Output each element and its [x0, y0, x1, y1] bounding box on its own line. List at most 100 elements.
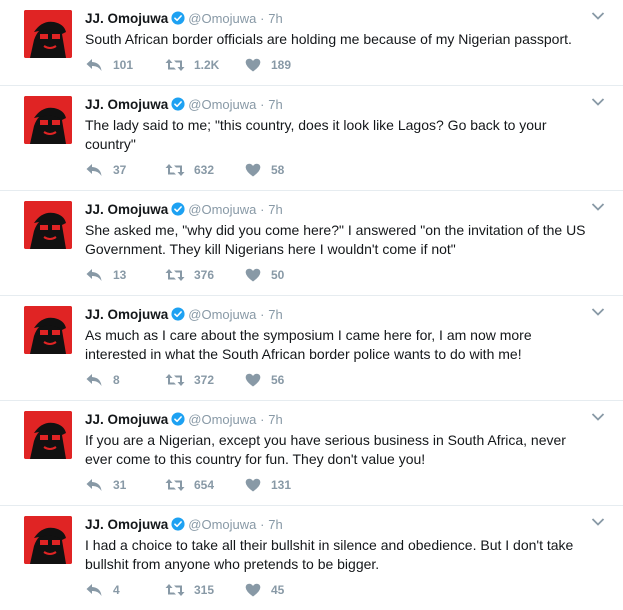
reply-count: 31 [113, 478, 127, 492]
avatar[interactable] [24, 96, 72, 144]
avatar[interactable] [24, 201, 72, 249]
tweet-text: She asked me, "why did you come here?" I… [85, 222, 586, 257]
tweet-actions: 31 654 131 [85, 477, 325, 493]
reply-button[interactable]: 4 [85, 583, 165, 597]
like-button[interactable]: 131 [245, 478, 325, 492]
verified-badge-icon [171, 517, 185, 531]
tweet-text: South African border officials are holdi… [85, 31, 572, 47]
tweet-time[interactable]: 7h [268, 202, 282, 217]
tweet-item[interactable]: JJ. Omojuwa @Omojuwa · 7h If you are a Ni… [0, 401, 623, 506]
like-button[interactable]: 56 [245, 373, 325, 387]
like-button[interactable]: 58 [245, 163, 325, 177]
chevron-down-icon[interactable] [591, 202, 605, 212]
tweet-header: JJ. Omojuwa @Omojuwa · 7h [85, 306, 283, 324]
tweet-item[interactable]: JJ. Omojuwa @Omojuwa · 7h South African b… [0, 0, 623, 86]
reply-button[interactable]: 31 [85, 478, 165, 492]
reply-button[interactable]: 37 [85, 163, 165, 177]
tweet-time[interactable]: 7h [268, 412, 282, 427]
tweet-header: JJ. Omojuwa @Omojuwa · 7h [85, 10, 283, 28]
reply-icon [86, 479, 102, 491]
reply-count: 37 [113, 163, 127, 177]
reply-button[interactable]: 8 [85, 373, 165, 387]
author-name[interactable]: JJ. Omojuwa [85, 517, 168, 532]
heart-icon [245, 268, 261, 282]
avatar[interactable] [24, 411, 72, 459]
avatar-image [24, 96, 72, 144]
author-handle[interactable]: @Omojuwa [188, 97, 256, 112]
tweet-header: JJ. Omojuwa @Omojuwa · 7h [85, 96, 283, 114]
like-count: 131 [271, 478, 292, 492]
tweet-item[interactable]: JJ. Omojuwa @Omojuwa · 7h I had a choice … [0, 506, 623, 610]
like-count: 50 [271, 268, 285, 282]
like-button[interactable]: 45 [245, 583, 325, 597]
tweet-time[interactable]: 7h [268, 307, 282, 322]
like-count: 58 [271, 163, 285, 177]
tweet-actions: 101 1.2K 189 [85, 57, 325, 73]
author-name[interactable]: JJ. Omojuwa [85, 97, 168, 112]
reply-icon [86, 59, 102, 71]
separator: · [260, 307, 265, 322]
author-name[interactable]: JJ. Omojuwa [85, 412, 168, 427]
tweet-feed: JJ. Omojuwa @Omojuwa · 7h South African b… [0, 0, 623, 610]
reply-count: 8 [113, 373, 120, 387]
avatar[interactable] [24, 516, 72, 564]
avatar-image [24, 10, 72, 58]
tweet-actions: 4 315 45 [85, 582, 325, 598]
retweet-count: 1.2K [194, 58, 220, 72]
verified-badge-icon [171, 412, 185, 426]
retweet-count: 376 [194, 268, 215, 282]
heart-icon [245, 163, 261, 177]
tweet-item[interactable]: JJ. Omojuwa @Omojuwa · 7h She asked me, "… [0, 191, 623, 296]
verified-badge-icon [171, 307, 185, 321]
like-count: 56 [271, 373, 285, 387]
retweet-count: 654 [194, 478, 215, 492]
retweet-button[interactable]: 372 [165, 373, 245, 387]
author-handle[interactable]: @Omojuwa [188, 307, 256, 322]
avatar[interactable] [24, 306, 72, 354]
author-name[interactable]: JJ. Omojuwa [85, 202, 168, 217]
tweet-time[interactable]: 7h [268, 517, 282, 532]
heart-icon [245, 478, 261, 492]
author-name[interactable]: JJ. Omojuwa [85, 307, 168, 322]
chevron-down-icon[interactable] [591, 517, 605, 527]
reply-button[interactable]: 13 [85, 268, 165, 282]
tweet-time[interactable]: 7h [268, 97, 282, 112]
tweet-time[interactable]: 7h [268, 11, 282, 26]
reply-icon [86, 164, 102, 176]
tweet-item[interactable]: JJ. Omojuwa @Omojuwa · 7h The lady said t… [0, 86, 623, 191]
retweet-count: 372 [194, 373, 215, 387]
tweet-text: As much as I care about the symposium I … [85, 327, 532, 362]
chevron-down-icon[interactable] [591, 307, 605, 317]
avatar[interactable] [24, 10, 72, 58]
chevron-down-icon[interactable] [591, 11, 605, 21]
chevron-down-icon[interactable] [591, 97, 605, 107]
author-handle[interactable]: @Omojuwa [188, 11, 256, 26]
tweet-actions: 13 376 50 [85, 267, 325, 283]
like-button[interactable]: 50 [245, 268, 325, 282]
author-handle[interactable]: @Omojuwa [188, 517, 256, 532]
tweet-item[interactable]: JJ. Omojuwa @Omojuwa · 7h As much as I ca… [0, 296, 623, 401]
reply-count: 101 [113, 58, 134, 72]
separator: · [260, 412, 265, 427]
like-button[interactable]: 189 [245, 58, 325, 72]
verified-badge-icon [171, 11, 185, 25]
author-name[interactable]: JJ. Omojuwa [85, 11, 168, 26]
avatar-image [24, 201, 72, 249]
separator: · [260, 517, 265, 532]
reply-button[interactable]: 101 [85, 58, 165, 72]
retweet-button[interactable]: 315 [165, 583, 245, 597]
retweet-icon [165, 59, 185, 71]
tweet-header: JJ. Omojuwa @Omojuwa · 7h [85, 411, 283, 429]
avatar-image [24, 411, 72, 459]
chevron-down-icon[interactable] [591, 412, 605, 422]
author-handle[interactable]: @Omojuwa [188, 202, 256, 217]
verified-badge-icon [171, 97, 185, 111]
tweet-actions: 37 632 58 [85, 162, 325, 178]
author-handle[interactable]: @Omojuwa [188, 412, 256, 427]
verified-badge-icon [171, 202, 185, 216]
avatar-image [24, 306, 72, 354]
retweet-button[interactable]: 1.2K [165, 58, 245, 72]
retweet-button[interactable]: 376 [165, 268, 245, 282]
retweet-button[interactable]: 654 [165, 478, 245, 492]
retweet-button[interactable]: 632 [165, 163, 245, 177]
